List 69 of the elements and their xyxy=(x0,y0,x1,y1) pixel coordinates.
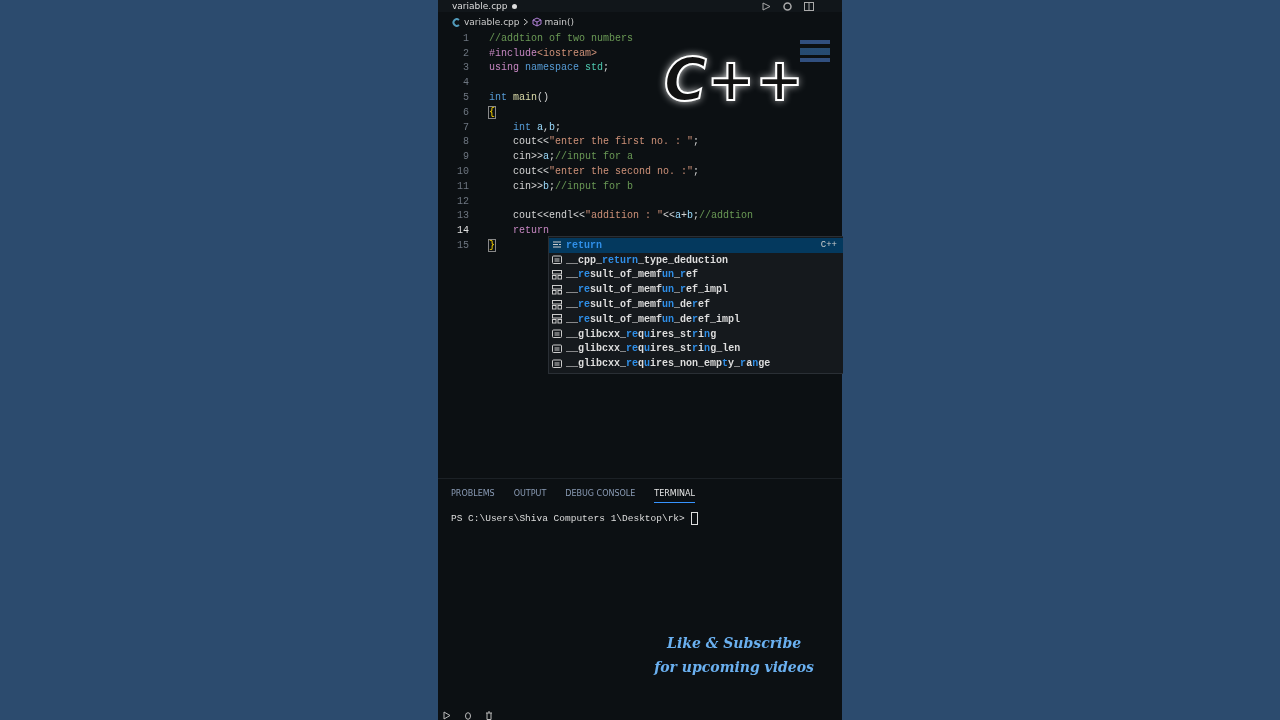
minimap-drawing xyxy=(800,40,830,62)
breadcrumb-file[interactable]: variable.cpp xyxy=(464,17,520,27)
suggestion-item[interactable]: __glibcxx_requires_string_len xyxy=(549,341,843,357)
line-number: 13 xyxy=(456,210,469,222)
suggestion-item[interactable]: __result_of_memfun_deref xyxy=(549,297,843,312)
promo-text: for upcoming videos xyxy=(654,659,814,675)
settings-icon[interactable] xyxy=(783,1,792,11)
chevron-icon xyxy=(522,18,529,26)
text-lines-icon xyxy=(552,255,562,266)
code-line: cout<<"enter the second no. :"; xyxy=(513,166,700,178)
suggestion-item[interactable]: __result_of_memfun_deref_impl xyxy=(549,312,843,327)
breadcrumb-symbol[interactable]: main() xyxy=(544,17,575,27)
split-editor-icon[interactable] xyxy=(804,1,814,11)
suggestion-item[interactable]: __glibcxx_requires_string xyxy=(549,326,843,342)
keyword-icon xyxy=(552,240,562,251)
line-number: 2 xyxy=(462,47,469,59)
line-number: 15 xyxy=(456,240,469,252)
bug-icon[interactable] xyxy=(464,711,472,720)
line-number: 12 xyxy=(456,195,469,207)
line-number: 8 xyxy=(462,136,469,148)
suggestion-item[interactable]: __glibcxx_requires_non_empty_range xyxy=(549,356,843,372)
terminal-prompt: PS C:\Users\Shiva Computers 1\Desktop\rk> xyxy=(451,513,685,524)
struct-icon xyxy=(552,299,562,310)
code-line: cout<<"enter the first no. : "; xyxy=(513,136,700,148)
code-line: //addtion of two numbers xyxy=(489,32,634,44)
suggestion-item[interactable]: __result_of_memfun_ref_impl xyxy=(549,282,843,298)
line-number: 3 xyxy=(462,62,469,74)
promo-text: Like & Subscribe xyxy=(667,635,802,651)
code-line: #include<iostream> xyxy=(489,47,598,59)
code-line: cin>>b;//input for b xyxy=(513,180,634,192)
panel-tab[interactable]: PROBLEMS xyxy=(451,489,495,503)
panel-tab[interactable]: DEBUG CONSOLE xyxy=(565,489,636,503)
code-line: cout<<endl<<"addition : "<<a+b;//addtion xyxy=(513,210,754,222)
struct-icon xyxy=(552,314,562,325)
line-number: 14 xyxy=(456,225,469,237)
text-lines-icon xyxy=(552,343,562,354)
panel-tab[interactable]: OUTPUT xyxy=(513,489,547,503)
trash-icon[interactable] xyxy=(485,711,493,720)
text-lines-icon xyxy=(552,329,562,340)
cpp-file-icon xyxy=(452,17,461,27)
cpp-logo-text: C++ xyxy=(664,48,804,112)
line-number: 10 xyxy=(456,166,469,178)
panel-tab[interactable]: TERMINAL xyxy=(654,489,696,503)
suggestion-item[interactable]: return C++ xyxy=(549,238,843,253)
line-number: 9 xyxy=(462,151,469,163)
code-line: cin>>a;//input for a xyxy=(513,151,634,163)
run-icon[interactable] xyxy=(762,1,771,11)
code-line: int main() xyxy=(489,92,550,104)
cube-icon xyxy=(531,17,542,27)
run-icon[interactable] xyxy=(443,711,451,720)
line-number: 6 xyxy=(462,106,469,118)
struct-icon xyxy=(552,270,562,280)
language-label: C++ xyxy=(820,240,837,251)
code-line: { xyxy=(489,106,495,118)
line-number: 1 xyxy=(462,32,469,44)
code-line: using namespace std; xyxy=(489,62,610,74)
suggestion-item[interactable]: __result_of_memfun_ref xyxy=(549,267,843,283)
struct-icon xyxy=(552,284,562,295)
editor-tab[interactable]: variable.cpp xyxy=(452,1,517,11)
suggestion-item[interactable]: __cpp_return_type_deduction xyxy=(549,252,843,268)
code-line: int a,b; xyxy=(513,121,562,133)
terminal-cursor xyxy=(690,512,698,525)
line-number: 5 xyxy=(462,92,469,104)
line-number: 7 xyxy=(462,121,469,133)
line-number: 11 xyxy=(456,180,469,192)
code-line: return xyxy=(513,225,549,237)
code-line: } xyxy=(489,240,495,252)
text-lines-icon xyxy=(552,358,562,369)
line-number: 4 xyxy=(462,77,469,89)
